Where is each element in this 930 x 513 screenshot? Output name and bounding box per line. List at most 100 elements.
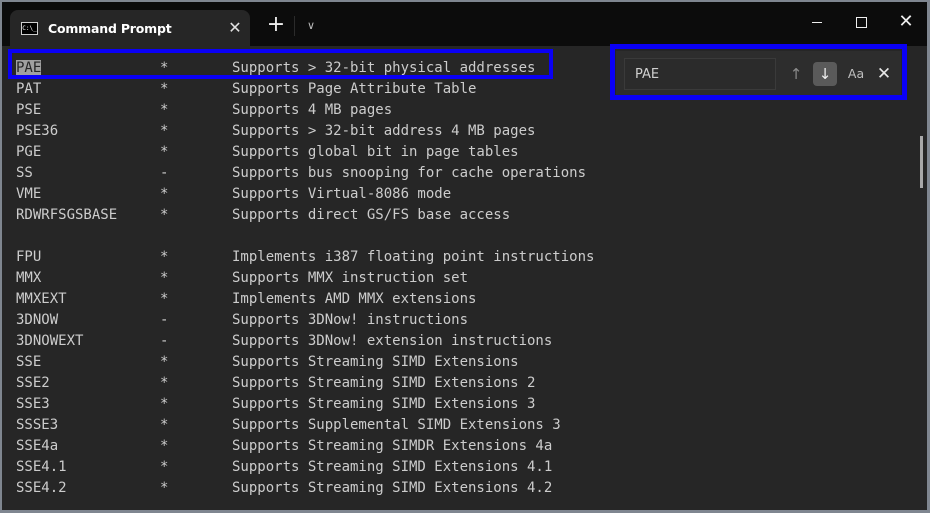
tab-command-prompt[interactable]: C:\_ Command Prompt ✕ [10, 10, 250, 46]
feature-name: SSSE3 [16, 417, 59, 433]
feature-flag: * [160, 459, 169, 475]
search-match-highlight: PAE [16, 60, 42, 76]
find-previous-button[interactable]: ↑ [784, 62, 808, 86]
feature-description: Supports Page Attribute Table [232, 81, 477, 97]
tab-separator [294, 16, 295, 36]
feature-flag: * [160, 375, 169, 391]
terminal-line: SSSE3 * Supports Supplemental SIMD Extensi… [16, 415, 594, 436]
maximize-button[interactable] [846, 10, 876, 34]
feature-flag: * [160, 144, 169, 160]
terminal-line: 3DNOWEXT - Supports 3DNow! extension instr… [16, 331, 594, 352]
feature-name: PSE36 [16, 123, 59, 139]
feature-flag: * [160, 186, 169, 202]
feature-description: Supports global bit in page tables [232, 144, 519, 160]
feature-flag: * [160, 123, 169, 139]
terminal-line: VME * Supports Virtual-8086 mode [16, 184, 594, 205]
feature-description: Implements AMD MMX extensions [232, 291, 477, 307]
dropdown-button[interactable]: ∨ [300, 14, 322, 38]
feature-flag: * [160, 354, 169, 370]
feature-flag: * [160, 81, 169, 97]
feature-name: 3DNOW [16, 312, 59, 328]
close-window-button[interactable]: ✕ [891, 10, 921, 34]
terminal-window: C:\_ Command Prompt ✕ + ∨ ✕ PAE * Supports… [2, 2, 927, 510]
feature-name: FPU [16, 249, 42, 265]
arrow-down-icon: ↓ [818, 65, 832, 83]
feature-name: SSE2 [16, 375, 50, 391]
feature-name: PAT [16, 81, 42, 97]
terminal-line: 3DNOW - Supports 3DNow! instructions [16, 310, 594, 331]
feature-flag: - [160, 165, 169, 181]
feature-flag: * [160, 291, 169, 307]
minimize-icon [812, 21, 822, 23]
terminal-line: MMX * Supports MMX instruction set [16, 268, 594, 289]
feature-name: PSE [16, 102, 42, 118]
maximize-icon [855, 16, 867, 28]
feature-flag: - [160, 333, 169, 349]
match-case-button[interactable]: Aa [842, 62, 870, 86]
feature-name: VME [16, 186, 42, 202]
terminal-line: SSE4.2 * Supports Streaming SIMD Extension… [16, 478, 594, 499]
feature-description: Supports > 32-bit physical addresses [232, 60, 536, 76]
terminal-line: SSE4a * Supports Streaming SIMDR Extension… [16, 436, 594, 457]
terminal-output: PAE * Supports > 32-bit physical addresses… [16, 58, 594, 499]
feature-description: Supports > 32-bit address 4 MB pages [232, 123, 536, 139]
feature-name: SSE3 [16, 396, 50, 412]
feature-flag: * [160, 480, 169, 496]
feature-description: Supports bus snooping for cache operatio… [232, 165, 587, 181]
feature-description: Supports Streaming SIMD Extensions 4.1 [232, 459, 553, 475]
close-find-button[interactable]: ✕ [872, 62, 896, 86]
feature-description: Implements i387 floating point instructi… [232, 249, 595, 265]
chevron-down-icon: ∨ [306, 19, 316, 32]
feature-name: RDWRFSGSBASE [16, 207, 118, 223]
feature-description: Supports 3DNow! extension instructions [232, 333, 553, 349]
terminal-content[interactable]: PAE * Supports > 32-bit physical addresses… [2, 44, 927, 510]
feature-flag: * [160, 60, 169, 76]
terminal-line: SSE2 * Supports Streaming SIMD Extensions … [16, 373, 594, 394]
feature-description: Supports Streaming SIMD Extensions [232, 354, 519, 370]
find-panel: ↑ ↓ Aa ✕ [616, 51, 901, 96]
terminal-line: MMXEXT * Implements AMD MMX extensions [16, 289, 594, 310]
terminal-line: FPU * Implements i387 floating point instr… [16, 247, 594, 268]
feature-name: PAE [16, 58, 160, 79]
feature-flag: * [160, 396, 169, 412]
feature-name: PGE [16, 144, 42, 160]
arrow-up-icon: ↑ [789, 65, 803, 83]
find-input[interactable] [624, 58, 776, 90]
close-tab-button[interactable]: ✕ [224, 17, 246, 39]
feature-flag: * [160, 249, 169, 265]
terminal-line: PSE * Supports 4 MB pages [16, 100, 594, 121]
new-tab-button[interactable]: + [264, 14, 288, 38]
terminal-line: SS - Supports bus snooping for cache opera… [16, 163, 594, 184]
tab-title: Command Prompt [48, 20, 172, 36]
terminal-line: SSE3 * Supports Streaming SIMD Extensions … [16, 394, 594, 415]
feature-flag: * [160, 438, 169, 454]
feature-flag: * [160, 102, 169, 118]
scrollbar-thumb[interactable] [920, 136, 923, 188]
feature-description: Supports Streaming SIMD Extensions 2 [232, 375, 536, 391]
feature-description: Supports Virtual-8086 mode [232, 186, 452, 202]
minimize-button[interactable] [802, 10, 832, 34]
terminal-line: RDWRFSGSBASE * Supports direct GS/FS base … [16, 205, 594, 226]
feature-name: 3DNOWEXT [16, 333, 84, 349]
terminal-line: PAE * Supports > 32-bit physical addresses [16, 58, 594, 79]
find-next-button[interactable]: ↓ [813, 62, 837, 86]
feature-flag: * [160, 207, 169, 223]
feature-name: SSE4.1 [16, 459, 67, 475]
terminal-line: SSE * Supports Streaming SIMD Extensions [16, 352, 594, 373]
terminal-line: PGE * Supports global bit in page tables [16, 142, 594, 163]
terminal-line: PSE36 * Supports > 32-bit address 4 MB pag… [16, 121, 594, 142]
feature-name: MMX [16, 270, 42, 286]
feature-description: Supports direct GS/FS base access [232, 207, 511, 223]
feature-description: Supports Streaming SIMD Extensions 3 [232, 396, 536, 412]
title-bar: C:\_ Command Prompt ✕ + ∨ ✕ [2, 2, 927, 46]
feature-description: Supports MMX instruction set [232, 270, 469, 286]
feature-name: SSE4.2 [16, 480, 67, 496]
feature-description: Supports 4 MB pages [232, 102, 393, 118]
feature-flag: * [160, 417, 169, 433]
feature-description: Supports Supplemental SIMD Extensions 3 [232, 417, 561, 433]
feature-description: Supports 3DNow! instructions [232, 312, 469, 328]
feature-name: SSE [16, 354, 42, 370]
feature-flag: * [160, 270, 169, 286]
feature-description: Supports Streaming SIMDR Extensions 4a [232, 438, 553, 454]
